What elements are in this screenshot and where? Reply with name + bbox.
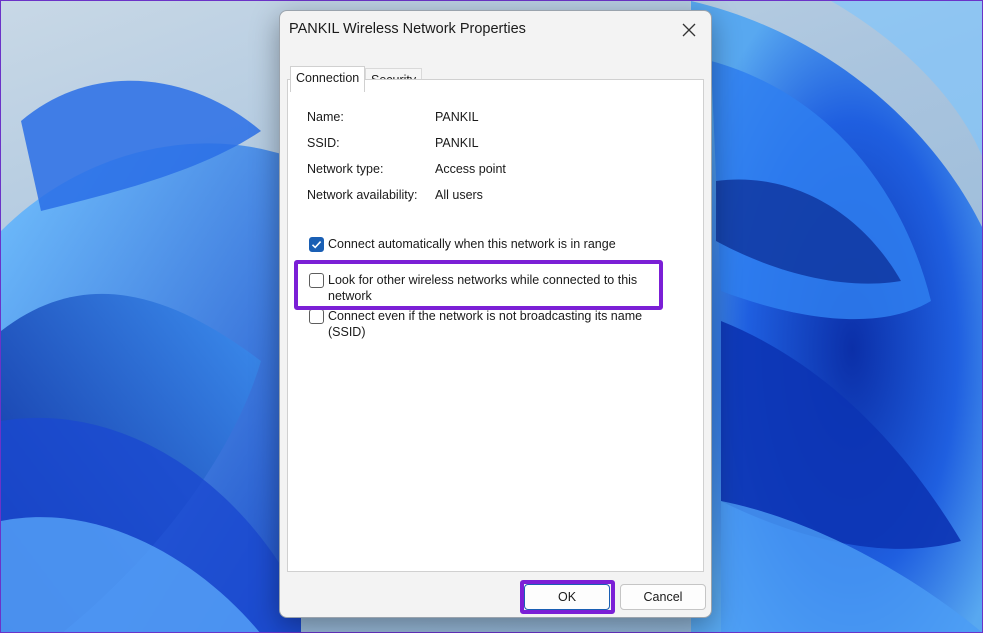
network-properties-dialog: PANKIL Wireless Network Properties Conne… xyxy=(279,10,712,618)
property-label: Name: xyxy=(307,110,344,124)
dialog-title: PANKIL Wireless Network Properties xyxy=(289,21,526,37)
close-button[interactable] xyxy=(671,15,707,45)
property-value: Access point xyxy=(435,162,506,176)
highlight-box-ok xyxy=(520,580,615,614)
property-label: Network availability: xyxy=(307,188,418,202)
connect-even-if-hidden-checkbox[interactable] xyxy=(309,309,324,324)
connect-automatically-checkbox[interactable] xyxy=(309,237,324,252)
close-icon xyxy=(682,23,696,37)
property-value: PANKIL xyxy=(435,110,479,124)
property-label: SSID: xyxy=(307,136,340,150)
option-label: Connect even if the network is not broad… xyxy=(328,309,643,339)
property-value: All users xyxy=(435,188,483,202)
tab-connection[interactable]: Connection xyxy=(290,66,366,92)
connection-tab-panel: Name: PANKIL SSID: PANKIL Network type: … xyxy=(287,79,704,572)
option-label: Connect automatically when this network … xyxy=(328,237,616,251)
cancel-button[interactable]: Cancel xyxy=(620,584,706,610)
checkmark-icon xyxy=(311,241,322,249)
highlight-box-option xyxy=(294,260,663,310)
property-value: PANKIL xyxy=(435,136,479,150)
title-bar[interactable]: PANKIL Wireless Network Properties xyxy=(280,11,711,49)
property-label: Network type: xyxy=(307,162,384,176)
